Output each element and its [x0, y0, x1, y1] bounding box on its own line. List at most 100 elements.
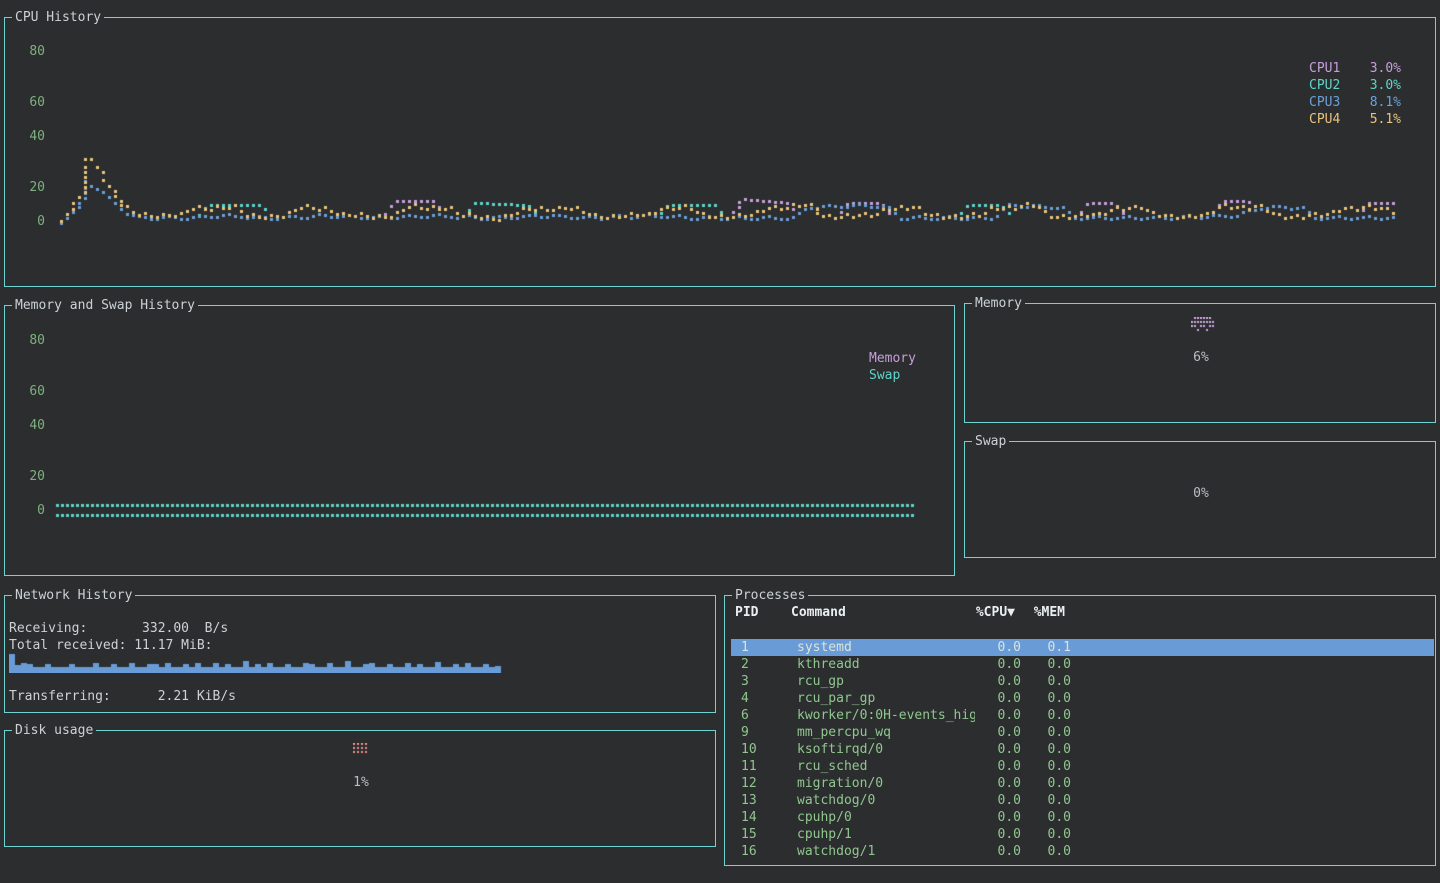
process-cmd: cpuhp/1: [797, 826, 975, 843]
process-cmd: watchdog/0: [797, 792, 975, 809]
process-pid: 16: [741, 843, 787, 860]
process-mem: 0.0: [1031, 758, 1071, 775]
network-history-panel: Network History Receiving: 332.00 B/s To…: [4, 595, 716, 713]
memory-swap-history-chart: [51, 318, 941, 568]
cpu-legend-item: CPU23.0%: [1309, 77, 1401, 94]
process-cmd: mm_percpu_wq: [797, 724, 975, 741]
y-tick-label: 20: [19, 470, 45, 484]
disk-usage-title: Disk usage: [12, 723, 96, 738]
header-cpu-sort[interactable]: %CPU▼: [971, 605, 1015, 620]
process-pid: 4: [741, 690, 787, 707]
process-pid: 10: [741, 741, 787, 758]
process-row[interactable]: 11rcu_sched0.00.0: [731, 758, 1434, 775]
process-cpu: 0.0: [977, 673, 1021, 690]
process-row[interactable]: 10ksoftirqd/00.00.0: [731, 741, 1434, 758]
process-mem: 0.0: [1031, 792, 1071, 809]
memory-swap-history-title: Memory and Swap History: [12, 298, 198, 313]
network-transfer-stats: Transferring: 2.21 KiB/s: [9, 688, 236, 705]
cpu-legend: CPU13.0%CPU23.0%CPU38.1%CPU45.1%: [1309, 60, 1401, 128]
process-cpu: 0.0: [977, 656, 1021, 673]
network-receive-sparkline: [9, 652, 503, 673]
process-mem: 0.0: [1031, 809, 1071, 826]
process-pid: 3: [741, 673, 787, 690]
cpu-legend-item: CPU45.1%: [1309, 111, 1401, 128]
memory-legend-item: Memory: [869, 350, 939, 367]
process-cmd: systemd: [797, 639, 975, 656]
process-cpu: 0.0: [977, 792, 1021, 809]
header-mem[interactable]: %MEM: [1025, 605, 1065, 620]
process-pid: 14: [741, 809, 787, 826]
process-mem: 0.1: [1031, 639, 1071, 656]
process-mem: 0.0: [1031, 690, 1071, 707]
process-row[interactable]: 6kworker/0:0H-events_high0.00.0: [731, 707, 1434, 724]
cpu-history-title: CPU History: [12, 10, 104, 25]
process-pid: 12: [741, 775, 787, 792]
y-tick-label: 20: [19, 181, 45, 195]
network-receiving-line: Receiving: 332.00 B/s: [9, 621, 228, 636]
memory-gauge-panel: Memory 6%: [964, 303, 1436, 423]
header-command[interactable]: Command: [791, 605, 846, 620]
memory-percent-label: 6%: [1165, 350, 1237, 365]
process-pid: 6: [741, 707, 787, 724]
process-row[interactable]: 13watchdog/00.00.0: [731, 792, 1434, 809]
process-row[interactable]: 1 systemd0.0 0.1: [731, 639, 1434, 656]
process-cmd: migration/0: [797, 775, 975, 792]
process-row[interactable]: 4rcu_par_gp0.00.0: [731, 690, 1434, 707]
process-cmd: rcu_gp: [797, 673, 975, 690]
process-mem: 0.0: [1031, 724, 1071, 741]
process-cpu: 0.0: [977, 758, 1021, 775]
process-pid: 2: [741, 656, 787, 673]
process-pid: 9: [741, 724, 787, 741]
processes-panel: Processes PID Command %CPU▼ %MEM 1system…: [724, 595, 1436, 866]
process-mem: 0.0: [1031, 656, 1071, 673]
y-tick-label: 40: [19, 130, 45, 144]
process-cpu: 0.0: [977, 690, 1021, 707]
swap-gauge-title: Swap: [972, 434, 1009, 449]
process-cpu: 0.0: [977, 826, 1021, 843]
process-row[interactable]: 2kthreadd0.00.0: [731, 656, 1434, 673]
memory-gauge-dots: [1191, 317, 1215, 333]
disk-usage-panel: Disk usage 1%: [4, 730, 716, 847]
swap-gauge-panel: Swap 0%: [964, 441, 1436, 558]
processes-table-header: PID Command %CPU▼ %MEM: [725, 605, 1435, 622]
process-pid: 1: [741, 639, 787, 656]
y-tick-label: 80: [19, 45, 45, 59]
process-row[interactable]: 15cpuhp/10.00.0: [731, 826, 1434, 843]
process-row[interactable]: 16watchdog/10.00.0: [731, 843, 1434, 860]
process-mem: 0.0: [1031, 741, 1071, 758]
disk-percent-label: 1%: [325, 775, 397, 790]
process-pid: 15: [741, 826, 787, 843]
process-cmd: cpuhp/0: [797, 809, 975, 826]
memory-gauge-title: Memory: [972, 296, 1025, 311]
process-mem: 0.0: [1031, 775, 1071, 792]
process-mem: 0.0: [1031, 707, 1071, 724]
process-pid: 11: [741, 758, 787, 775]
header-pid[interactable]: PID: [735, 605, 758, 620]
network-receive-stats: Receiving: 332.00 B/s Total received: 11…: [9, 620, 228, 654]
process-mem: 0.0: [1031, 673, 1071, 690]
process-mem: 0.0: [1031, 843, 1071, 860]
swap-percent-label: 0%: [1165, 486, 1237, 501]
cpu-history-panel: CPU History 806040200 CPU13.0%CPU23.0%CP…: [4, 17, 1436, 287]
process-cpu: 0.0: [977, 775, 1021, 792]
memory-swap-legend: MemorySwap: [869, 350, 939, 384]
process-cmd: ksoftirqd/0: [797, 741, 975, 758]
process-row[interactable]: 14cpuhp/00.00.0: [731, 809, 1434, 826]
process-cmd: kworker/0:0H-events_high: [797, 707, 975, 724]
network-total-received-line: Total received: 11.17 MiB:: [9, 638, 213, 653]
process-cmd: watchdog/1: [797, 843, 975, 860]
y-tick-label: 60: [19, 96, 45, 110]
process-cpu: 0.0: [977, 741, 1021, 758]
process-cmd: kthreadd: [797, 656, 975, 673]
process-row[interactable]: 9mm_percpu_wq0.00.0: [731, 724, 1434, 741]
process-cpu: 0.0: [977, 639, 1021, 656]
cpu-history-chart: [51, 30, 1401, 280]
process-row[interactable]: 12migration/00.00.0: [731, 775, 1434, 792]
process-row[interactable]: 3rcu_gp0.00.0: [731, 673, 1434, 690]
disk-gauge-dots: [353, 743, 369, 755]
network-history-title: Network History: [12, 588, 135, 603]
process-cmd: rcu_par_gp: [797, 690, 975, 707]
memory-swap-history-panel: Memory and Swap History 806040200 Memory…: [4, 305, 955, 576]
process-cpu: 0.0: [977, 724, 1021, 741]
process-cmd: rcu_sched: [797, 758, 975, 775]
